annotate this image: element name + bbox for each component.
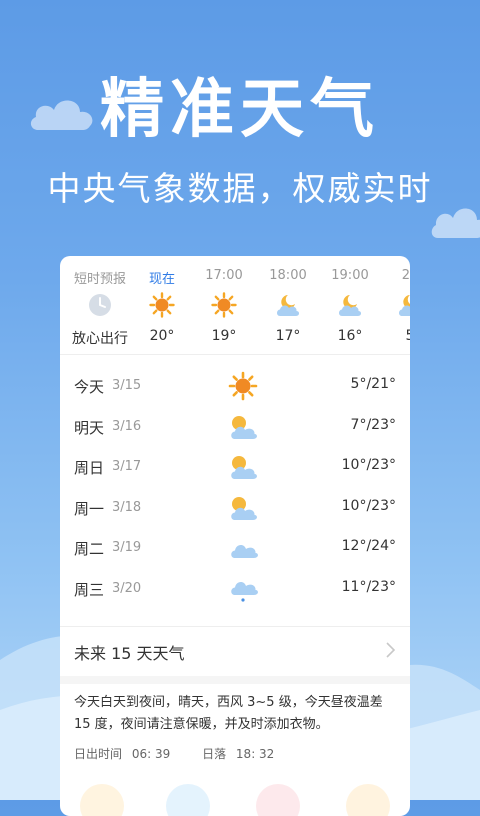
hour-label: 20 xyxy=(401,268,410,283)
hour-temp: 放心出行 xyxy=(72,331,128,347)
day-date: 3/19 xyxy=(112,540,142,555)
feature-icon-1[interactable] xyxy=(80,784,124,816)
sun-icon xyxy=(149,292,175,318)
cloudy-icon xyxy=(231,545,258,558)
day-name: 周一 xyxy=(74,500,105,518)
feature-icon-3[interactable] xyxy=(256,784,300,816)
light-rain-icon xyxy=(231,582,258,602)
chevron-right-icon xyxy=(386,642,396,658)
bottom-feature-icons xyxy=(60,784,410,816)
sunrise-time: 06: 39 xyxy=(131,747,171,761)
day-date: 3/16 xyxy=(112,419,142,434)
hour-label: 现在 xyxy=(148,272,175,287)
sunrise-label: 日出时间 xyxy=(74,747,123,761)
hour-label: 短时预报 xyxy=(73,272,126,287)
section-divider xyxy=(60,676,410,684)
moon-cloud-icon xyxy=(339,295,362,316)
day-date: 3/17 xyxy=(112,459,142,474)
day-temp: 10°/23° xyxy=(341,498,396,514)
hour-temp: 17° xyxy=(275,328,301,344)
hour-temp: 19° xyxy=(211,328,237,344)
partly-cloudy-icon xyxy=(231,456,257,479)
sunset-label: 日落 xyxy=(202,747,227,761)
hour-label: 18:00 xyxy=(269,268,307,283)
future-15-days-label: 未来 15 天天气 xyxy=(74,644,185,663)
feature-icon-2[interactable] xyxy=(166,784,210,816)
day-temp: 10°/23° xyxy=(341,457,396,473)
daily-row[interactable]: 周二 3/19 12°/24° xyxy=(60,528,410,568)
moon-cloud-icon xyxy=(277,295,300,316)
day-temp: 11°/23° xyxy=(341,579,396,595)
sunset-time: 18: 32 xyxy=(235,747,275,761)
hour-temp: 20° xyxy=(149,328,175,344)
hero-subtitle: 中央气象数据，权威实时 xyxy=(47,169,433,208)
partly-cloudy-icon xyxy=(231,416,257,439)
moon-cloud-icon xyxy=(399,295,410,316)
sun-icon xyxy=(211,292,237,318)
daily-row[interactable]: 明天 3/16 7°/23° xyxy=(60,407,410,447)
day-temp: 7°/23° xyxy=(350,417,396,433)
hour-label: 19:00 xyxy=(331,268,369,283)
day-date: 3/15 xyxy=(112,378,142,393)
day-name: 周三 xyxy=(74,581,105,599)
day-date: 3/18 xyxy=(112,500,142,515)
sun-times: 日出时间 06: 39 日落 18: 32 xyxy=(74,745,280,762)
future-15-days-row[interactable]: 未来 15 天天气 xyxy=(60,626,410,673)
weather-card: 短时预报 放心出行 现在 20° 17:00 19° 18:00 17° 19:… xyxy=(60,256,410,816)
day-name: 周二 xyxy=(74,540,105,558)
hour-temp: 5 xyxy=(405,328,410,344)
hour-temp: 16° xyxy=(337,328,363,344)
feature-icon-4[interactable] xyxy=(346,784,390,816)
partly-cloudy-icon xyxy=(231,497,257,520)
daily-row[interactable]: 周日 3/17 10°/23° xyxy=(60,447,410,487)
daily-row[interactable]: 今天 3/15 5°/21° xyxy=(60,366,410,406)
day-date: 3/20 xyxy=(112,581,142,596)
weather-description: 今天白天到夜间，晴天，西风 3~5 级，今天昼夜温差 15 度，夜间请注意保暖，… xyxy=(74,695,383,732)
day-name: 今天 xyxy=(74,378,105,396)
sun-icon xyxy=(228,371,258,401)
hero-title: 精准天气 xyxy=(100,73,380,147)
day-name: 明天 xyxy=(74,419,105,437)
day-name: 周日 xyxy=(74,459,105,477)
daily-row[interactable]: 周一 3/18 10°/23° xyxy=(60,488,410,528)
daily-row[interactable]: 周三 3/20 11°/23° xyxy=(60,569,410,609)
day-temp: 5°/21° xyxy=(350,376,396,392)
hourly-forecast: 短时预报 放心出行 现在 20° 17:00 19° 18:00 17° 19:… xyxy=(60,256,410,355)
clock-icon xyxy=(89,294,111,316)
daily-forecast: 今天 3/15 5°/21° 明天 3/16 7°/23° 周日 3/17 10… xyxy=(60,355,410,605)
hour-label: 17:00 xyxy=(205,268,243,283)
day-temp: 12°/24° xyxy=(341,538,396,554)
